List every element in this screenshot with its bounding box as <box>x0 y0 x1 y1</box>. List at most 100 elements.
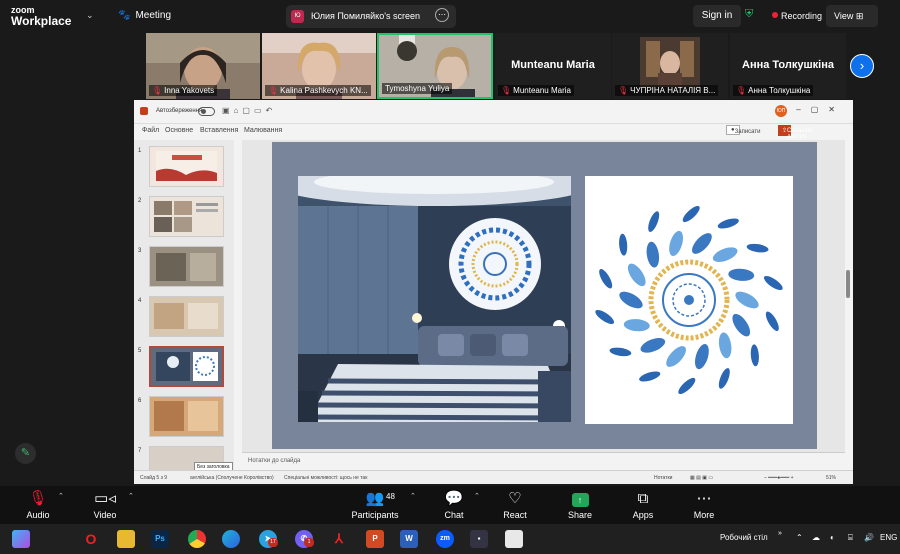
keyboard-language[interactable]: ENG <box>880 533 897 542</box>
paw-icon: 🐾 <box>118 10 131 21</box>
slide-counter: Слайд 5 з 9 <box>140 475 168 481</box>
mic-off-icon: 🎙 <box>268 86 279 95</box>
copilot-icon[interactable] <box>12 530 30 548</box>
photoshop-icon[interactable]: Ps <box>151 530 169 548</box>
next-page-arrow-icon[interactable]: › <box>850 54 874 78</box>
ornament-image[interactable] <box>585 176 793 424</box>
tab-home[interactable]: Основне <box>165 127 193 134</box>
chat-options-chevron-icon[interactable]: ⌃ <box>474 492 480 500</box>
terminal-icon[interactable] <box>505 530 523 548</box>
desktop-label[interactable]: Робочий стіл <box>720 533 768 542</box>
edge-icon[interactable] <box>222 530 240 548</box>
apps-button[interactable]: ⧉ Apps <box>618 488 668 520</box>
slide-thumbnail[interactable] <box>149 196 224 237</box>
more-button[interactable]: ⋯ More <box>679 488 729 520</box>
save-button[interactable]: ● Записати <box>726 125 761 135</box>
slide-thumbnail[interactable] <box>149 146 224 187</box>
audio-options-chevron-icon[interactable]: ⌃ <box>58 492 64 500</box>
apps-label: Apps <box>632 510 654 520</box>
cloud-icon[interactable]: ☁ <box>812 533 820 542</box>
slide-thumbnail[interactable] <box>149 396 224 437</box>
volume-icon[interactable]: 🔊 <box>864 533 874 542</box>
participant-name: 🎙 ЧУПРІНА НАТАЛІЯ В... <box>615 85 719 96</box>
presenter-avatar: Ю <box>291 10 304 23</box>
view-button[interactable]: View ⊞ <box>826 5 878 27</box>
view-buttons[interactable]: ▦ ▤ ▣ ▭ <box>690 475 713 481</box>
chrome-icon[interactable] <box>188 530 206 548</box>
participant-display-name: Анна Толкушкіна <box>742 59 834 71</box>
annotate-pencil-icon[interactable]: ✎ <box>15 443 36 464</box>
quick-access-toolbar[interactable]: ▣⌂▢▭↶ <box>222 106 276 115</box>
language-status[interactable]: англійська (Сполучене Королівство) <box>190 475 274 481</box>
vertical-scrollbar[interactable] <box>846 270 850 298</box>
participant-tile-active[interactable]: Tymoshyna Yuliya <box>377 33 493 99</box>
recording-label: Recording <box>781 11 823 21</box>
word-icon[interactable]: W <box>400 530 418 548</box>
acrobat-icon[interactable]: ⅄ <box>330 530 348 548</box>
bedroom-photo[interactable] <box>298 176 571 422</box>
slide-number: 4 <box>138 298 142 304</box>
top-bar: zoom Workplace ⌄ 🐾 Meeting Ю Юлия Помиляй… <box>0 0 900 33</box>
screen-share-pill[interactable]: Ю Юлия Помиляйко's screen ⋯ <box>286 5 456 28</box>
save-disk-icon[interactable]: ▪ <box>470 530 488 548</box>
tab-file[interactable]: Файл <box>142 127 159 134</box>
audio-button[interactable]: 🎙 Audio <box>13 488 63 520</box>
slide-thumbnail[interactable] <box>149 246 224 287</box>
zoom-app-icon[interactable]: zm <box>436 530 454 548</box>
slide-thumbnail-selected[interactable] <box>149 346 224 387</box>
zoom-level[interactable]: 51% <box>826 475 836 481</box>
share-access-button[interactable]: ⇪ Спільний доступ <box>778 125 813 140</box>
participant-tile[interactable]: 🎙 ЧУПРІНА НАТАЛІЯ В... <box>612 33 728 99</box>
notes-area[interactable]: Нотатки до слайда <box>242 452 845 470</box>
zoom-logo[interactable]: zoom Workplace <box>11 5 71 27</box>
participant-tile[interactable]: Munteanu Maria 🎙 Munteanu Maria <box>495 33 611 99</box>
accessibility-status[interactable]: Спеціальні можливості: щось не так <box>284 475 367 481</box>
participant-tile[interactable]: 🎙 Inna Yakovets <box>146 33 260 99</box>
video-camera-icon: ▭◃ <box>94 490 116 507</box>
shield-check-icon[interactable]: ⛨ <box>745 8 753 21</box>
autosave-toggle[interactable] <box>198 107 215 116</box>
notes-toggle[interactable]: Нотатки <box>654 475 672 481</box>
more-icon[interactable]: ⋯ <box>435 8 449 22</box>
powerpoint-icon[interactable]: P <box>366 530 384 548</box>
zoom-slider[interactable]: – ━━━●━━━ + <box>764 475 794 481</box>
video-options-chevron-icon[interactable]: ⌃ <box>128 492 134 500</box>
slide-thumbnail[interactable] <box>149 296 224 337</box>
telegram-badge: 17 <box>268 538 278 547</box>
app-tray-icon[interactable]: ◐ <box>830 533 835 542</box>
mic-off-icon: 🎙 <box>736 86 747 95</box>
participants-label: Participants <box>351 510 399 520</box>
video-button[interactable]: ▭◃ Video <box>80 488 130 520</box>
participant-name: 🎙 Анна Толкушкіна <box>733 85 814 96</box>
participant-display-name: Munteanu Maria <box>511 59 595 71</box>
chat-button[interactable]: 💬 Chat <box>429 488 479 520</box>
toolbar-expand-icon[interactable]: » <box>778 530 782 537</box>
chat-icon: 💬 <box>444 490 464 507</box>
participant-name: 🎙 Kalina Pashkevych KN... <box>265 85 371 96</box>
chevron-down-icon[interactable]: ⌄ <box>86 10 94 21</box>
sign-in-button[interactable]: Sign in <box>693 5 741 27</box>
opera-icon[interactable]: O <box>82 530 100 548</box>
react-button[interactable]: ♡ React <box>490 488 540 520</box>
mic-off-icon: 🎙 <box>152 86 163 95</box>
window-controls[interactable]: –▢✕ <box>796 105 845 114</box>
tab-insert[interactable]: Вставлення <box>200 127 238 134</box>
tray-overflow-chevron-icon[interactable]: ⌃ <box>796 533 803 542</box>
network-icon[interactable]: ⌸ <box>848 533 853 543</box>
participant-tile[interactable]: Анна Толкушкіна 🎙 Анна Толкушкіна <box>730 33 846 99</box>
slide-editing-area[interactable] <box>242 140 845 452</box>
ribbon-tabs: Файл Основне Вставлення Малювання ● Запи… <box>134 124 853 140</box>
tab-draw[interactable]: Малювання <box>244 127 282 134</box>
user-avatar[interactable]: ЮП <box>775 105 787 117</box>
participant-tile[interactable]: 🎙 Kalina Pashkevych KN... <box>262 33 376 99</box>
powerpoint-logo-icon <box>140 107 148 115</box>
recording-indicator[interactable]: Recording <box>764 5 824 27</box>
meeting-controls: 🎙 Audio ⌃ ▭◃ Video ⌃ 👥 Participants 48 ⌃ 💬 C… <box>0 486 900 524</box>
current-slide[interactable] <box>272 142 817 449</box>
participant-count: 48 <box>386 492 395 501</box>
share-button[interactable]: ↑ Share <box>555 488 605 520</box>
participants-options-chevron-icon[interactable]: ⌃ <box>410 492 416 500</box>
meeting-info[interactable]: 🐾 Meeting <box>118 10 171 21</box>
slide-number: 5 <box>138 348 142 354</box>
file-explorer-icon[interactable] <box>117 530 135 548</box>
